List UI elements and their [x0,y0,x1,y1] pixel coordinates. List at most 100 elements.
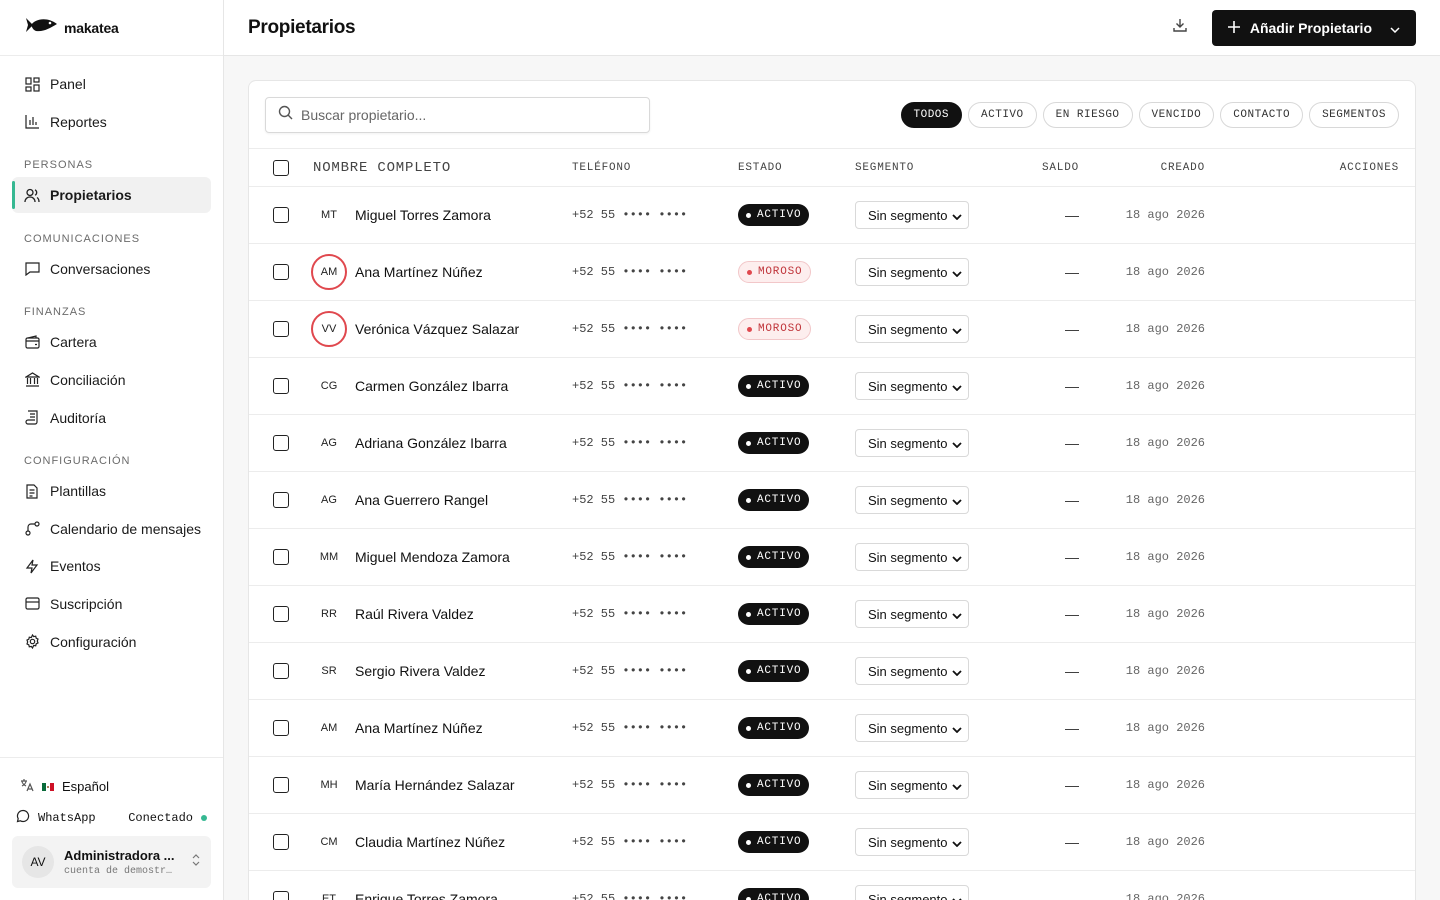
status-badge: MOROSO [738,261,812,283]
segment-select[interactable]: Sin segmento [855,315,969,343]
chevron-down-icon [952,208,962,223]
sidebar-item-panel[interactable]: Panel [12,66,211,102]
table-row[interactable]: MM Miguel Mendoza Zamora +52 55 •••• •••• A… [249,529,1415,586]
table-row[interactable]: AM Ana Martínez Núñez +52 55 •••• •••• MORO… [249,244,1415,301]
language-selector[interactable]: Español [12,770,211,803]
owner-name[interactable]: Raúl Rivera Valdez [355,606,474,622]
owner-phone: +52 55 •••• •••• [572,265,688,279]
add-owner-button[interactable]: Añadir Propietario [1211,9,1416,46]
owner-created-date: 18 ago 2026 [1125,322,1205,336]
row-checkbox[interactable] [273,606,289,622]
segment-select[interactable]: Sin segmento [855,828,969,856]
row-checkbox[interactable] [273,435,289,451]
sidebar-item-label: Cartera [50,334,97,351]
table-row[interactable]: RR Raúl Rivera Valdez +52 55 •••• •••• ACTI… [249,586,1415,643]
row-checkbox[interactable] [273,207,289,223]
sidebar-item-propietarios[interactable]: Propietarios [12,177,211,214]
segment-select[interactable]: Sin segmento [855,771,969,799]
filter-chip-activo[interactable]: ACTIVO [968,101,1037,128]
column-header-segment[interactable]: SEGMENTO [855,162,995,174]
table-row[interactable]: AG Adriana González Ibarra +52 55 •••• •••… [249,415,1415,472]
filter-chip-todos[interactable]: TODOS [900,101,963,128]
owner-name[interactable]: Sergio Rivera Valdez [355,663,485,679]
owner-name[interactable]: Adriana González Ibarra [355,435,507,451]
owner-name[interactable]: Miguel Mendoza Zamora [355,549,510,565]
sidebar-item-conversaciones[interactable]: Conversaciones [12,251,211,287]
owner-name[interactable]: Ana Martínez Núñez [355,720,483,736]
segment-select[interactable]: Sin segmento [855,600,969,628]
column-header-phone[interactable]: TELÉFONO [572,162,738,174]
table-row[interactable]: CM Claudia Martínez Núñez +52 55 •••• ••••… [249,814,1415,871]
row-checkbox[interactable] [273,549,289,565]
search-box[interactable] [265,96,650,133]
sidebar-item-cartera[interactable]: Cartera [12,324,211,360]
download-button[interactable] [1164,12,1196,44]
table-row[interactable]: AG Ana Guerrero Rangel +52 55 •••• •••• ACT… [249,472,1415,529]
segment-select[interactable]: Sin segmento [855,657,969,685]
table-row[interactable]: VV Verónica Vázquez Salazar +52 55 •••• ••… [249,301,1415,358]
sidebar-item-reportes[interactable]: Reportes [12,104,211,140]
user-menu[interactable]: AV Administradora ... cuenta de demostr… [12,836,211,888]
owner-phone: +52 55 •••• •••• [572,892,688,900]
segment-value: Sin segmento [868,663,948,679]
select-all-checkbox[interactable] [273,159,289,176]
sidebar-item-calendario-de-mensajes[interactable]: Calendario de mensajes [12,511,211,547]
owner-name[interactable]: Enrique Torres Zamora [355,891,498,900]
filter-chip-en-riesgo[interactable]: EN RIESGO [1042,101,1133,128]
sidebar-item-configuracion[interactable]: Configuración [12,624,211,660]
sidebar-item-plantillas[interactable]: Plantillas [12,473,211,509]
segment-select[interactable]: Sin segmento [855,258,969,286]
column-header-created[interactable]: CREADO [1079,162,1205,174]
sidebar-item-auditoria[interactable]: Auditoría [12,400,211,436]
segment-select[interactable]: Sin segmento [855,372,969,400]
status-dot-icon [746,497,751,503]
owner-balance: — [1065,321,1079,337]
filter-chip-vencido[interactable]: VENCIDO [1138,101,1215,128]
segment-value: Sin segmento [868,549,948,565]
segment-select[interactable]: Sin segmento [855,486,969,514]
row-checkbox[interactable] [273,720,289,736]
column-header-balance[interactable]: SALDO [995,162,1079,174]
row-checkbox[interactable] [273,834,289,850]
bank-icon [24,372,40,388]
segment-select[interactable]: Sin segmento [855,429,969,457]
column-header-name[interactable]: NOMBRE COMPLETO [313,160,572,176]
owner-name[interactable]: Verónica Vázquez Salazar [355,321,519,337]
sidebar-item-eventos[interactable]: Eventos [12,548,211,584]
segment-value: Sin segmento [868,720,948,736]
table-row[interactable]: SR Sergio Rivera Valdez +52 55 •••• •••• AC… [249,643,1415,700]
owner-name[interactable]: María Hernández Salazar [355,777,515,793]
row-checkbox[interactable] [273,264,289,280]
row-checkbox[interactable] [273,378,289,394]
sidebar-item-label: Plantillas [50,483,107,500]
filter-chip-segmentos[interactable]: SEGMENTOS [1309,101,1399,128]
brand[interactable]: makatea [0,0,223,56]
row-checkbox[interactable] [273,492,289,508]
segment-select[interactable]: Sin segmento [855,201,969,229]
table-row[interactable]: CG Carmen González Ibarra +52 55 •••• ••••… [249,358,1415,415]
search-input[interactable] [301,106,621,123]
sidebar-item-suscripcion[interactable]: Suscripción [12,586,211,622]
sidebar-item-conciliacion[interactable]: Conciliación [12,362,211,398]
table-row[interactable]: AM Ana Martínez Núñez +52 55 •••• •••• ACTI… [249,700,1415,757]
owner-name[interactable]: Miguel Torres Zamora [355,207,491,223]
row-checkbox[interactable] [273,663,289,679]
owner-name[interactable]: Ana Martínez Núñez [355,264,483,280]
owner-name[interactable]: Claudia Martínez Núñez [355,834,505,850]
table-row[interactable]: MT Miguel Torres Zamora +52 55 •••• •••• AC… [249,187,1415,244]
table-row[interactable]: ET Enrique Torres Zamora +52 55 •••• •••• A… [249,871,1415,900]
table-row[interactable]: MH María Hernández Salazar +52 55 •••• •••… [249,757,1415,814]
owner-name[interactable]: Ana Guerrero Rangel [355,492,488,508]
filter-chip-contacto[interactable]: CONTACTO [1220,101,1304,128]
segment-select[interactable]: Sin segmento [855,543,969,571]
owner-initials-avatar: CM [320,836,338,848]
segment-select[interactable]: Sin segmento [855,714,969,742]
row-checkbox[interactable] [273,321,289,337]
segment-value: Sin segmento [868,321,948,337]
owner-name[interactable]: Carmen González Ibarra [355,378,508,394]
owner-phone: +52 55 •••• •••• [572,379,688,393]
segment-select[interactable]: Sin segmento [855,885,969,900]
column-header-status[interactable]: ESTADO [738,162,855,174]
row-checkbox[interactable] [273,777,289,793]
row-checkbox[interactable] [273,891,289,900]
